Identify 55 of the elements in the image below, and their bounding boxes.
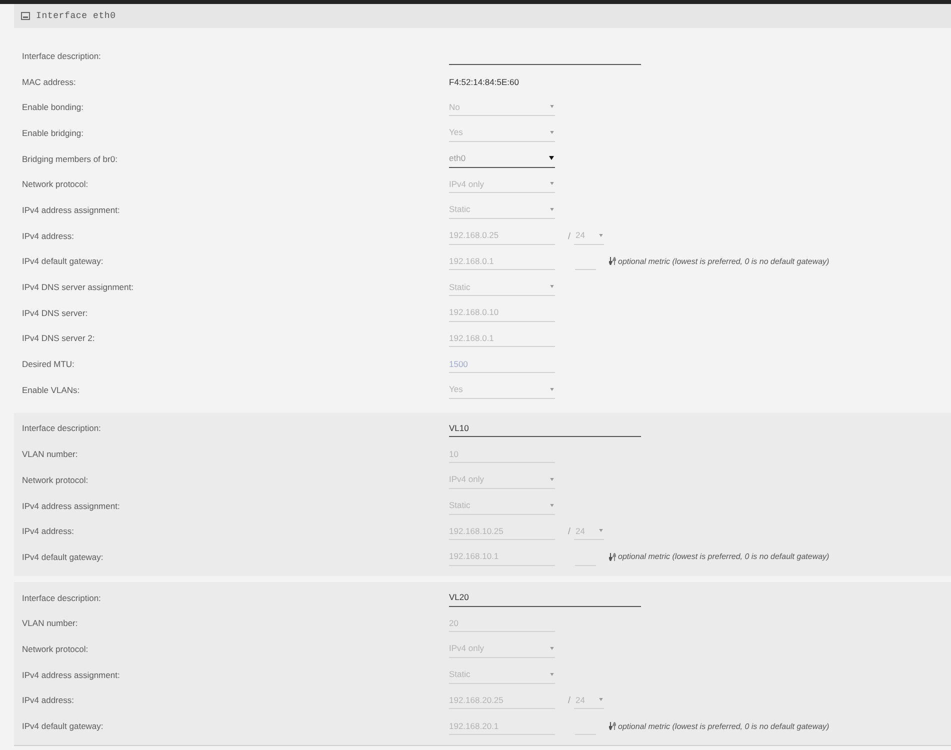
field-label: IPv4 address assignment: [22, 204, 121, 215]
field-label: IPv4 address: [22, 526, 75, 536]
field-label: IPv4 address: [22, 695, 75, 706]
sort-arrows-icon [609, 722, 616, 730]
caret-icon [550, 504, 554, 507]
field-label: IPv4 DNS server: [22, 308, 89, 318]
field-label: Network protocol: [22, 474, 90, 485]
caret-icon [550, 646, 554, 650]
field-label: VLAN number: [22, 449, 79, 460]
metric-hint: optional metric (lowest is preferred, 0 is no default gateway) [618, 722, 830, 731]
field-label: Enable bridging: [22, 128, 84, 138]
caret-icon [550, 285, 554, 288]
field-label: Network protocol: [22, 644, 90, 654]
field-label: Network protocol: [22, 179, 90, 190]
field-label: Enable VLANs: [22, 384, 81, 395]
mac-address-text: F4:52:14:84:5E:60 [449, 76, 519, 87]
sort-arrows-icon [609, 552, 616, 561]
description-field[interactable]: VL20 [449, 588, 641, 607]
sort-arrows-icon [609, 257, 616, 266]
caret-icon [550, 208, 554, 211]
caret-icon [550, 388, 554, 391]
field-label: Interface description: [22, 592, 102, 603]
field-label: Interface description: [22, 423, 102, 434]
field-label: IPv4 address assignment: [22, 500, 121, 511]
field-label: MAC address: [22, 76, 77, 87]
field-label: IPv4 default gateway: [22, 256, 104, 266]
caret-icon [550, 182, 554, 186]
window-icon [21, 12, 30, 20]
caret-icon [550, 130, 554, 134]
prefix-separator: / [568, 526, 571, 536]
field-label: IPv4 DNS server assignment: [22, 282, 134, 292]
field-label: IPv4 address assignment: [22, 670, 121, 680]
metric-hint: optional metric (lowest is preferred, 0 is no default gateway) [618, 256, 830, 266]
caret-icon [598, 234, 603, 237]
field-label: Interface description: [22, 50, 102, 61]
caret-icon [550, 672, 554, 676]
metric-hint: optional metric (lowest is preferred, 0 is no default gateway) [618, 552, 830, 562]
caret-icon [550, 478, 554, 481]
panel-title: Interface eth0 [36, 11, 116, 21]
field-label: IPv4 default gateway: [22, 552, 104, 562]
caret-icon [549, 156, 554, 160]
field-label: IPv4 default gateway: [22, 721, 104, 732]
dropdown[interactable]: eth0 [449, 150, 555, 168]
field-label: VLAN number: [22, 618, 79, 628]
field-label: IPv4 DNS server 2: [22, 333, 96, 344]
caret-icon [598, 698, 603, 702]
field-label: Bridging members of br0: [22, 154, 118, 164]
field-label: Enable bonding: [22, 102, 84, 112]
caret-icon [598, 529, 603, 532]
prefix-separator: / [568, 230, 571, 241]
description-field[interactable]: VL10 [449, 419, 641, 438]
prefix-separator: / [568, 695, 571, 706]
field-label: IPv4 address: [22, 230, 75, 241]
caret-icon [550, 105, 554, 108]
field-label: Desired MTU: [22, 359, 76, 370]
